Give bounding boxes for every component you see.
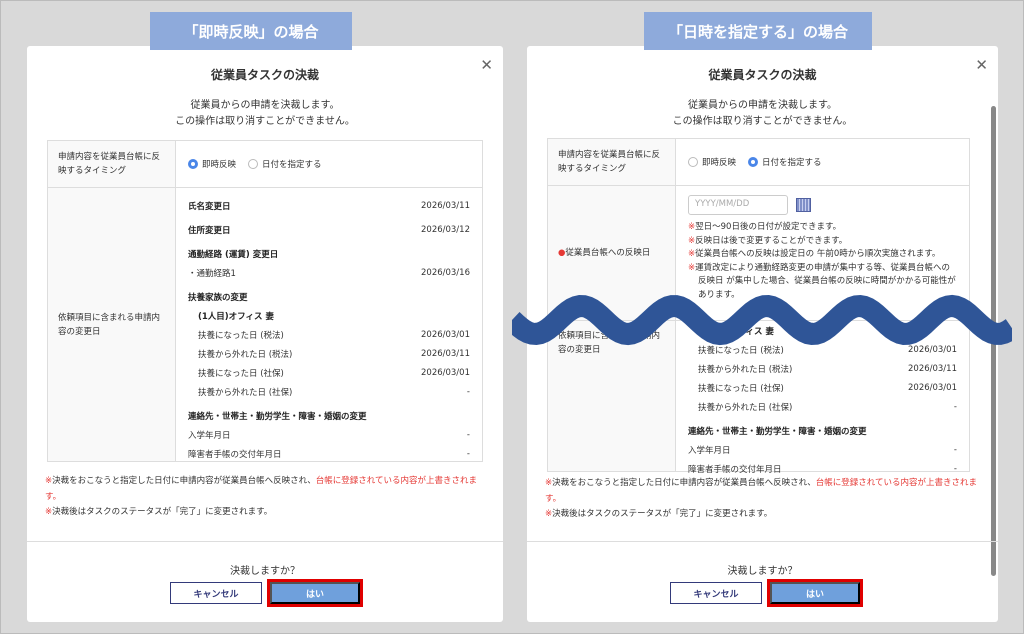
dialog-title: 従業員タスクの決裁	[708, 68, 817, 82]
timing-label: 申請内容を従業員台帳に反映するタイミング	[548, 139, 676, 185]
item-label: 扶養になった日 (社保)	[198, 368, 284, 379]
item-label: 扶養から外れた日 (税法)	[198, 349, 293, 360]
change-item: 扶養になった日 (社保) 2026/03/01	[188, 363, 470, 382]
approval-dialog-immediate: ✕ 従業員タスクの決裁 従業員からの申請を決裁します。 この操作は取り消すことがで…	[27, 46, 503, 622]
change-item: 障害者手帳の交付年月日 -	[188, 444, 470, 463]
item-value: -	[953, 444, 957, 455]
item-value: -	[953, 401, 957, 412]
item-label: 通勤経路 (運賃) 変更日	[188, 249, 279, 260]
change-item: 連絡先・世帯主・勤労学生・障害・婚姻の変更	[188, 406, 470, 425]
change-item: 氏名変更日 2026/03/11	[188, 196, 470, 215]
label-immediate: 「即時反映」の場合	[150, 12, 352, 50]
item-label: ・通勤経路1	[188, 268, 236, 279]
radio-immediate[interactable]: 即時反映	[188, 158, 236, 170]
change-item: 扶養になった日 (社保) 2026/03/01	[688, 378, 957, 397]
item-label: 扶養家族の変更	[188, 292, 248, 303]
change-item: 入学年月日 -	[688, 440, 957, 459]
item-label: 住所変更日	[188, 225, 231, 236]
confirm-question: 決裁しますか？	[230, 566, 300, 577]
radio-specify-date[interactable]: 日付を指定する	[748, 156, 822, 168]
item-value: 2026/03/16	[421, 267, 470, 278]
timing-label: 申請内容を従業員台帳に反映するタイミング	[48, 141, 176, 187]
item-label: 扶養から外れた日 (社保)	[698, 402, 793, 413]
item-label: 扶養から外れた日 (税法)	[698, 364, 793, 375]
date-input[interactable]: YYYY/MM/DD	[688, 195, 788, 215]
item-label: 入学年月日	[188, 430, 231, 441]
change-item: 連絡先・世帯主・勤労学生・障害・婚姻の変更	[688, 421, 957, 440]
item-label: 入学年月日	[688, 445, 731, 456]
cancel-button[interactable]: キャンセル	[170, 582, 262, 604]
changes-label: 依頼項目に含まれる申請内容の変更日	[48, 188, 176, 461]
notes: ※決裁をおこなうと指定した日付に申請内容が従業員台帳へ反映され、台帳に登録されて…	[545, 478, 977, 519]
item-value: 2026/03/01	[421, 367, 470, 378]
change-item: 入学年月日 -	[188, 425, 470, 444]
item-label: 障害者手帳の交付年月日	[188, 449, 282, 460]
dialog-subtitle: 従業員からの申請を決裁します。 この操作は取り消すことができません。	[672, 100, 853, 127]
date-note: ※翌日〜90日後の日付が設定できます。	[688, 222, 842, 232]
item-label: 障害者手帳の交付年月日	[688, 464, 782, 475]
change-item: 扶養になった日 (税法) 2026/03/01	[188, 325, 470, 344]
item-value: 2026/03/12	[421, 224, 470, 235]
approval-table: 申請内容を従業員台帳に反映するタイミング 即時反映 日付を指定する 依頼項目に含…	[47, 140, 483, 462]
item-label: (1人目)オフィス 妻	[198, 311, 274, 322]
change-item: 扶養から外れた日 (社保) -	[688, 397, 957, 416]
change-item: 扶養から外れた日 (税法) 2026/03/11	[188, 344, 470, 363]
yes-button[interactable]: はい	[767, 579, 863, 607]
item-label: 扶養から外れた日 (社保)	[198, 387, 293, 398]
item-label: 扶養になった日 (社保)	[698, 383, 784, 394]
change-item: (1人目)オフィス 妻	[188, 306, 470, 325]
item-label: 氏名変更日	[188, 201, 231, 212]
item-value: 2026/03/01	[908, 382, 957, 393]
item-value: -	[953, 463, 957, 474]
dialog-footer: 決裁しますか？ キャンセル はい	[527, 541, 998, 607]
item-value: -	[466, 429, 470, 440]
change-item: 住所変更日 2026/03/12	[188, 220, 470, 239]
item-label: 連絡先・世帯主・勤労学生・障害・婚姻の変更	[688, 426, 867, 437]
item-value: -	[466, 386, 470, 397]
change-item: 扶養から外れた日 (税法) 2026/03/11	[688, 359, 957, 378]
dialog-footer: 決裁しますか？ キャンセル はい	[27, 541, 503, 607]
label-date: 「日時を指定する」の場合	[644, 12, 872, 50]
item-label: 扶養になった日 (税法)	[198, 330, 284, 341]
cancel-button[interactable]: キャンセル	[670, 582, 762, 604]
change-item: 扶養から外れた日 (社保) -	[188, 382, 470, 401]
radio-specify-date[interactable]: 日付を指定する	[248, 158, 322, 170]
date-note: ※反映日は後で変更することができます。	[688, 235, 848, 246]
change-item: 扶養家族の変更	[188, 287, 470, 306]
date-note: ※従業員台帳への反映は設定日の 午前0時から順次実施されます。	[688, 249, 941, 259]
radio-immediate[interactable]: 即時反映	[688, 156, 736, 168]
item-value: 2026/03/11	[421, 200, 470, 211]
item-value: 2026/03/11	[421, 348, 470, 359]
item-value: 2026/03/01	[421, 329, 470, 340]
change-item: ・通勤経路1 2026/03/16	[188, 263, 470, 282]
dialog-subtitle: 従業員からの申請を決裁します。 この操作は取り消すことができません。	[175, 100, 355, 127]
item-value: 2026/03/11	[908, 363, 957, 374]
item-label: 連絡先・世帯主・勤労学生・障害・婚姻の変更	[188, 411, 367, 422]
wave-break-icon	[512, 294, 1012, 346]
calendar-icon[interactable]	[796, 198, 811, 212]
dialog-title: 従業員タスクの決裁	[210, 68, 319, 82]
confirm-question: 決裁しますか？	[727, 566, 798, 577]
item-value: -	[466, 448, 470, 459]
change-item: 通勤経路 (運賃) 変更日	[188, 244, 470, 263]
notes: ※決裁をおこなうと指定した日付に申請内容が従業員台帳へ反映され、台帳に登録されて…	[45, 476, 477, 517]
yes-button[interactable]: はい	[267, 579, 363, 607]
